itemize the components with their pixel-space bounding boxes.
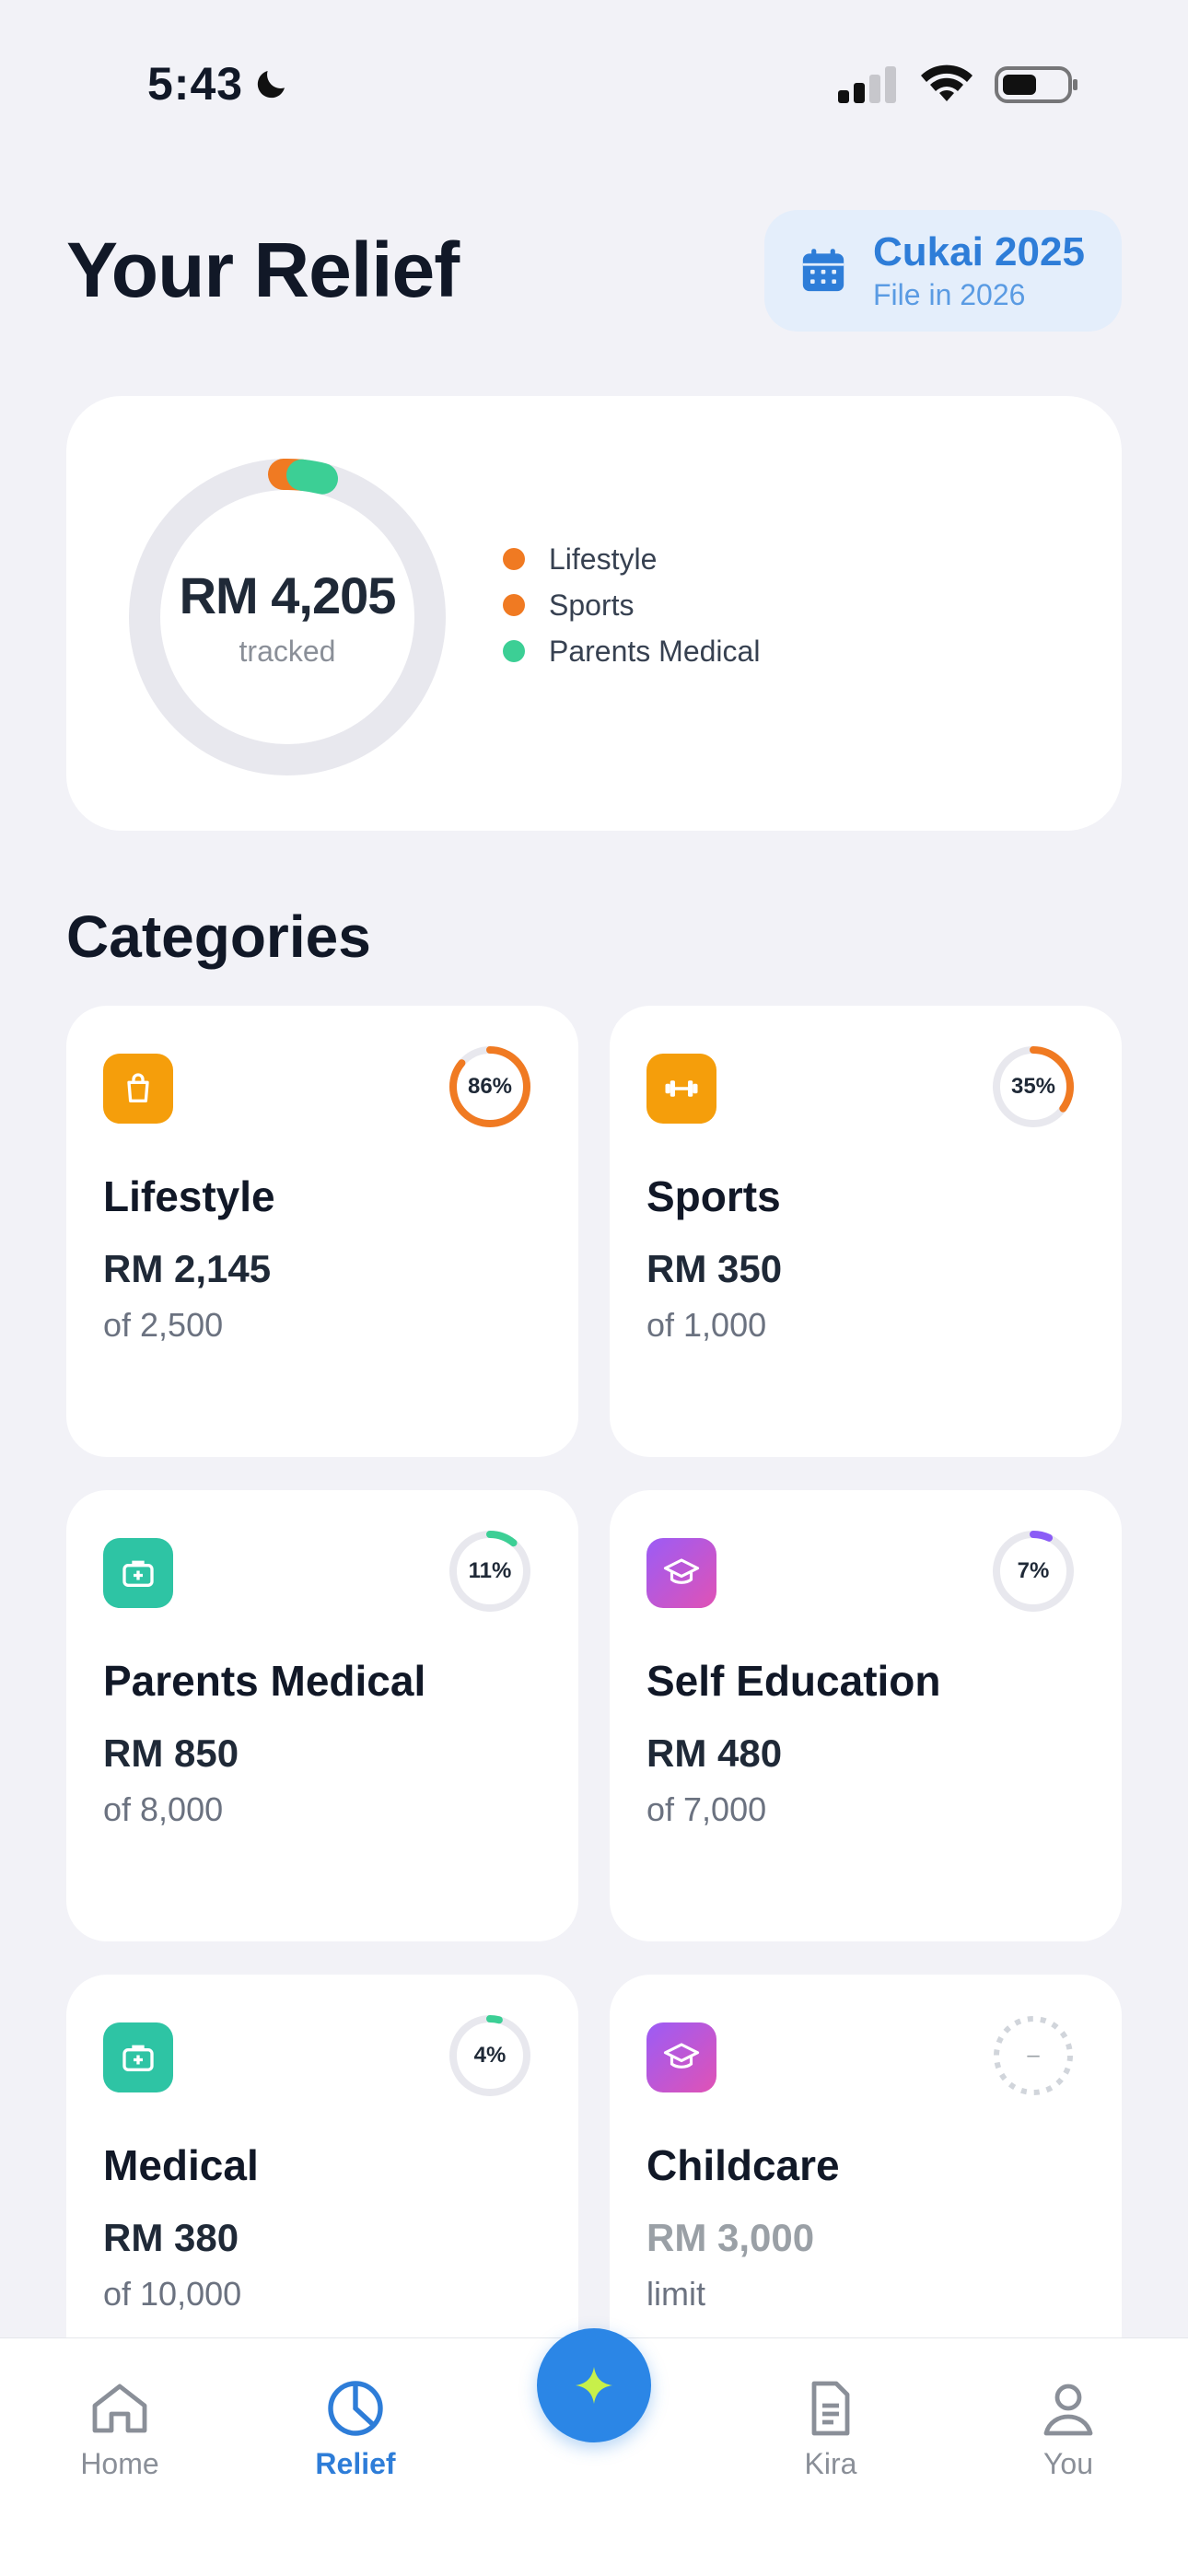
progress-percent: – — [1027, 2043, 1040, 2068]
graduation-cap-icon — [646, 1538, 716, 1608]
legend-label: Parents Medical — [549, 634, 761, 668]
pie-chart-icon — [328, 2381, 383, 2436]
category-name: Self Education — [646, 1657, 941, 1705]
legend-label: Sports — [549, 588, 635, 622]
graduation-cap-icon — [646, 2022, 716, 2092]
category-name: Sports — [646, 1172, 781, 1220]
status-icons — [838, 64, 1079, 105]
progress-percent: 11% — [468, 1558, 512, 1583]
category-limit: limit — [646, 2275, 705, 2313]
category-amount: RM 380 — [103, 2216, 239, 2259]
status-time: 5:43 — [147, 57, 291, 111]
category-name: Parents Medical — [103, 1657, 426, 1705]
progress-percent: 35% — [1010, 1074, 1056, 1099]
medical-kit-icon — [103, 1538, 173, 1608]
status-bar: 5:43 — [0, 0, 1188, 175]
category-name: Lifestyle — [103, 1172, 275, 1220]
category-amount: RM 2,145 — [103, 1247, 272, 1290]
total-tracked-amount: RM 4,205 — [179, 566, 397, 624]
tax-year-title: Cukai 2025 — [873, 229, 1085, 274]
tab-label: Home — [80, 2447, 159, 2480]
category-amount: RM 850 — [103, 1731, 239, 1775]
legend-item-parents-medical: Parents Medical — [503, 634, 761, 668]
category-name: Childcare — [646, 2141, 840, 2189]
progress-percent: 4% — [473, 2043, 507, 2068]
dumbbell-icon — [646, 1054, 716, 1124]
legend-label: Lifestyle — [549, 542, 658, 576]
category-card-parents-medical[interactable]: 11% Parents Medical RM 850 of 8,000 — [66, 1490, 578, 1941]
sparkle-icon — [576, 2367, 612, 2404]
calendar-icon — [802, 249, 844, 292]
category-card-lifestyle[interactable]: 86% Lifestyle RM 2,145 of 2,500 — [66, 1006, 578, 1457]
category-amount: RM 3,000 — [646, 2216, 815, 2259]
category-limit: of 8,000 — [103, 1790, 224, 1828]
progress-percent: 7% — [1017, 1558, 1050, 1583]
category-limit: of 10,000 — [103, 2275, 242, 2313]
category-name: Medical — [103, 2141, 259, 2189]
medical-kit-icon — [103, 2022, 173, 2092]
cellular-signal-icon — [838, 66, 896, 103]
wifi-icon — [921, 64, 973, 101]
legend-dot — [503, 594, 525, 616]
category-card-self-education[interactable]: 7% Self Education RM 480 of 7,000 — [610, 1490, 1122, 1941]
clock-time: 5:43 — [147, 58, 244, 110]
tab-label: Kira — [804, 2447, 857, 2480]
category-limit: of 7,000 — [646, 1790, 767, 1828]
category-amount: RM 480 — [646, 1731, 783, 1775]
category-amount: RM 350 — [646, 1247, 783, 1290]
battery-icon — [995, 66, 1077, 103]
progress-percent: 86% — [467, 1074, 513, 1099]
relief-summary-card[interactable]: RM 4,205 tracked Lifestyle Sports Parent… — [66, 396, 1122, 831]
tab-relief[interactable]: Relief — [273, 2375, 438, 2481]
category-card-sports[interactable]: 35% Sports RM 350 of 1,000 — [610, 1006, 1122, 1457]
category-limit: of 2,500 — [103, 1306, 224, 1344]
total-tracked-caption: tracked — [239, 635, 336, 668]
legend-item-sports: Sports — [503, 588, 760, 622]
categories-heading: Categories — [66, 903, 371, 970]
legend-dot — [503, 640, 525, 662]
tab-label: You — [1043, 2447, 1093, 2480]
donut-legend: Lifestyle Sports Parents Medical — [503, 542, 761, 668]
moon-icon — [257, 71, 285, 99]
legend-item-lifestyle: Lifestyle — [503, 542, 760, 576]
page-title: Your Relief — [66, 227, 460, 313]
tab-kira[interactable]: Kira — [748, 2375, 914, 2481]
tax-year-selector[interactable]: Cukai 2025 File in 2026 — [764, 210, 1122, 332]
shopping-bag-icon — [103, 1054, 173, 1124]
tab-label: Relief — [315, 2447, 396, 2480]
donut-center: RM 4,205 tracked — [122, 451, 453, 783]
user-icon — [1043, 2384, 1093, 2436]
category-limit: of 1,000 — [646, 1306, 767, 1344]
legend-dot — [503, 548, 525, 570]
tab-you[interactable]: You — [985, 2375, 1151, 2481]
home-icon — [92, 2384, 147, 2433]
document-icon — [811, 2381, 850, 2436]
tab-home[interactable]: Home — [37, 2375, 203, 2481]
ai-assistant-button[interactable] — [537, 2328, 651, 2442]
tax-year-subtitle: File in 2026 — [873, 278, 1026, 311]
